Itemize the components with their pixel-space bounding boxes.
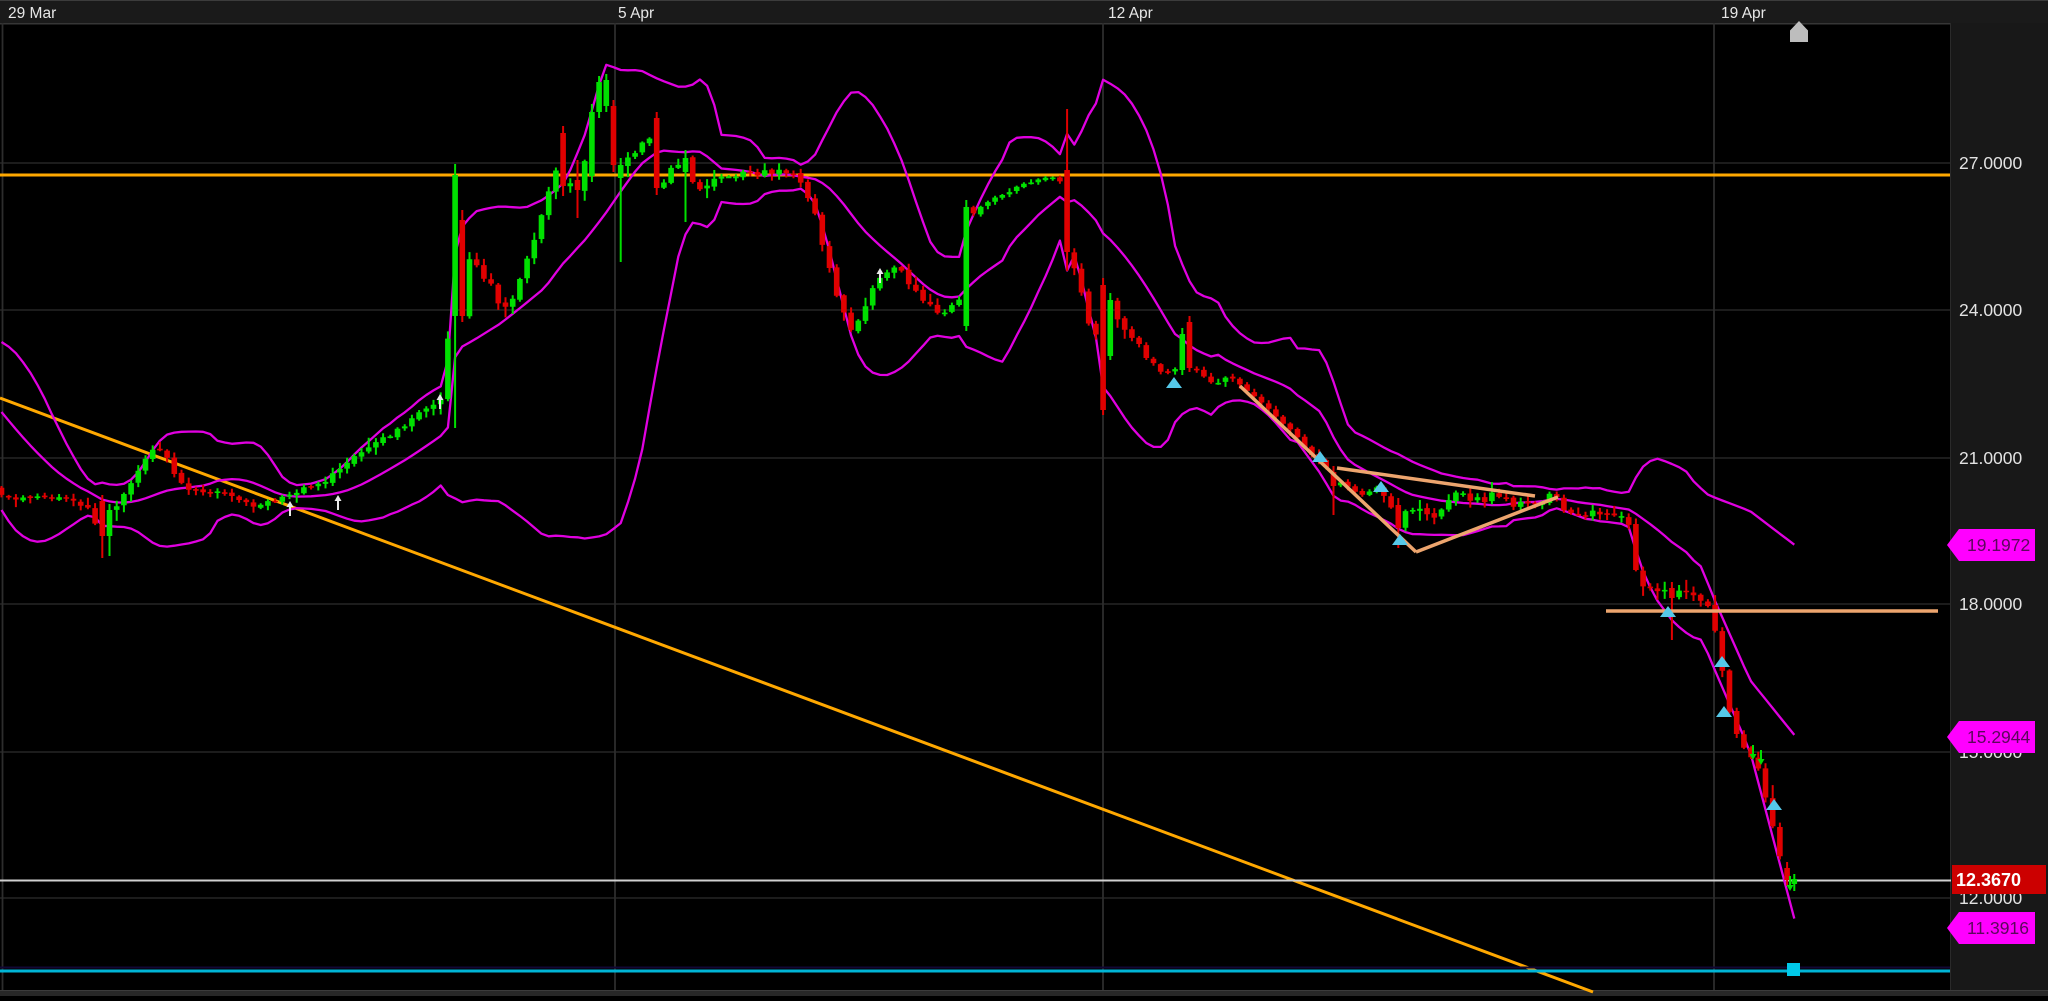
svg-text:24.0000: 24.0000	[1959, 300, 2023, 320]
svg-text:15.2944: 15.2944	[1967, 727, 2031, 747]
svg-text:5 Apr: 5 Apr	[618, 5, 654, 22]
svg-text:27.0000: 27.0000	[1959, 153, 2023, 173]
svg-text:29 Mar: 29 Mar	[8, 5, 56, 22]
svg-text:12.3670: 12.3670	[1956, 870, 2021, 890]
svg-text:12 Apr: 12 Apr	[1108, 5, 1153, 22]
svg-text:19.1972: 19.1972	[1967, 535, 2030, 555]
svg-text:21.0000: 21.0000	[1959, 448, 2023, 468]
svg-text:19 Apr: 19 Apr	[1721, 5, 1766, 22]
svg-text:11.3916: 11.3916	[1967, 918, 2029, 938]
svg-text:18.0000: 18.0000	[1959, 594, 2023, 614]
